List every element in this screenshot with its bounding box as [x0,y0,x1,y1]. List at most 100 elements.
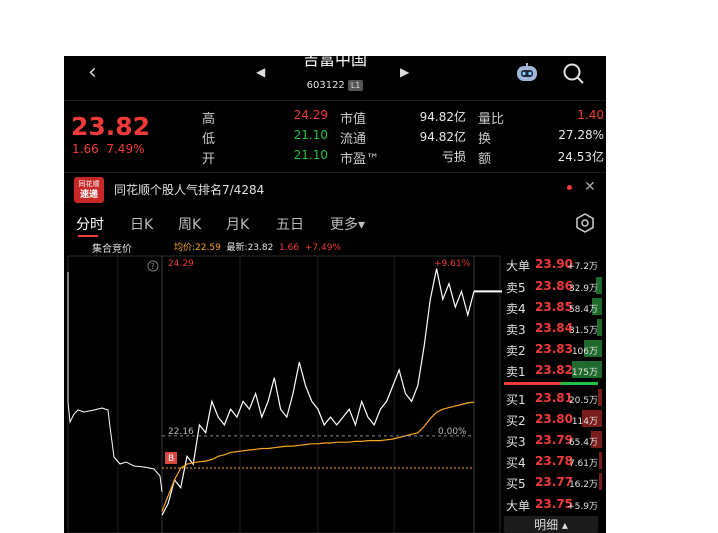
stat-label: 低 [202,132,216,147]
ob-label: 买2 [506,414,526,428]
stat-label-2: 流通 [340,132,367,147]
ob-volume: +5.9万 [567,502,598,512]
top-sell-row[interactable]: 大单 23.90 +7.2万 [504,254,602,274]
tab-0[interactable]: 分时 [76,214,104,234]
buy-row-5[interactable]: 买5 23.77 16.2万 [504,472,602,492]
ob-label: 买5 [506,477,526,491]
stat-label-3: 额 [478,152,492,167]
ob-price: 23.80 [535,412,573,426]
ob-label: 买1 [506,393,526,407]
intraday-chart[interactable]: 24.29 22.16 0.00% +9.61% ? B [64,252,504,533]
ob-volume: 175万 [571,368,598,378]
stock-code-text: 603122 [306,80,345,91]
change-value: 1.66 [72,142,99,156]
back-icon[interactable]: ‹ [88,62,97,84]
ob-label: 买3 [506,435,526,449]
news-logo: 同花顺 速递 [74,177,104,203]
ob-volume: +7.2万 [567,262,598,272]
logo-line-2: 速递 [79,190,98,200]
close-icon[interactable]: ✕ [584,179,596,195]
sell-row-5[interactable]: 卖5 23.86 32.9万 [504,276,602,296]
buy-row-1[interactable]: 买1 23.81 20.5万 [504,388,602,408]
sell-row-3[interactable]: 卖3 23.84 31.5万 [504,318,602,338]
buy-row-2[interactable]: 买2 23.80 114万 [504,409,602,429]
ob-volume: 16.2万 [568,480,598,490]
stat-label: 开 [202,152,216,167]
sell-row-1[interactable]: 卖1 23.82 175万 [504,360,602,380]
ob-label: 买4 [506,456,526,470]
robot-icon[interactable] [514,62,540,88]
ob-volume: 7.61万 [568,459,598,469]
ob-label: 卖5 [506,281,526,295]
stat-value-3: 27.28% [558,128,604,142]
buy-marker[interactable]: B [165,452,177,464]
prev-stock-icon[interactable]: ◀ [256,65,265,79]
buy-row-3[interactable]: 买3 23.79 65.4万 [504,430,602,450]
app-window: 吉富中国 603122 L1 ‹ ◀ ▶ 23.82 1.66 7.49% 高 24… [64,56,606,533]
tab-3[interactable]: 月K [226,214,249,234]
top-buy-row[interactable]: 大单 23.75 +5.9万 [504,494,602,514]
ob-price: 23.84 [535,321,573,335]
chart-border [67,255,501,533]
ob-label: 卖1 [506,365,526,379]
order-book-separator [504,382,598,385]
change-pct: 7.49% [106,142,145,156]
stat-value-3: 24.53亿 [557,150,604,164]
current-price: 23.82 [71,112,151,141]
logo-line-1: 同花顺 [78,180,100,188]
buy-row-4[interactable]: 买4 23.78 7.61万 [504,451,602,471]
help-icon[interactable]: ? [147,260,159,272]
ob-volume-bar [599,473,602,490]
search-icon[interactable] [562,62,586,90]
divider [64,100,606,101]
ob-label: 卖4 [506,302,526,316]
ob-volume: 31.5万 [568,326,598,336]
tab-1[interactable]: 日K [130,214,153,234]
stat-value: 21.10 [293,148,328,162]
divider [64,172,606,173]
ob-price: 23.83 [535,342,573,356]
tab-2[interactable]: 周K [178,214,201,234]
stat-value-2: 亏损 [441,150,466,164]
ob-volume: 65.4万 [568,438,598,448]
stat-label-2: 市盈™ [340,152,380,167]
tab-4[interactable]: 五日 [276,214,304,234]
stat-label: 高 [202,112,216,127]
stat-value-3: 1.40 [577,108,604,122]
ob-volume-bar [598,389,602,406]
pre-close-label: 22.16 [168,427,194,437]
unread-dot [567,185,572,190]
tab-5[interactable]: 更多▾ [330,214,365,234]
zero-pct-label: 0.00% [438,427,467,437]
ob-label: 卖2 [506,344,526,358]
ob-volume: 20.5万 [568,396,598,406]
popularity-rank-text[interactable]: 同花顺个股人气排名7/4284 [114,181,264,198]
max-pct-label: +9.61% [434,259,471,269]
price-change: 1.66 7.49% [72,142,144,156]
ob-price: 23.78 [535,454,573,468]
ob-price: 23.85 [535,300,573,314]
buy-marker-text: B [168,454,174,464]
active-tab-indicator [78,235,98,237]
sell-row-4[interactable]: 卖4 23.85 58.4万 [504,297,602,317]
stat-label-3: 量比 [478,112,505,127]
next-stock-icon[interactable]: ▶ [400,65,409,79]
sell-row-2[interactable]: 卖2 23.83 106万 [504,339,602,359]
stat-value-2: 94.82亿 [419,110,466,124]
ob-volume: 32.9万 [568,284,598,294]
ob-price: 23.81 [535,391,573,405]
stat-label-2: 市值 [340,112,367,127]
level-badge: L1 [347,80,364,91]
stat-label-3: 换 [478,132,492,147]
help-icon-text: ? [151,262,155,271]
ob-price: 23.77 [535,475,573,489]
ob-price: 23.86 [535,279,573,293]
ob-volume-bar [599,452,602,469]
ob-price: 23.82 [535,363,573,377]
settings-icon[interactable] [575,213,595,237]
ob-label: 大单 [506,259,531,273]
detail-button[interactable]: 明细 ▴ [504,516,598,533]
ob-label: 卖3 [506,323,526,337]
auction-price-line [67,401,163,493]
chart-high-label: 24.29 [168,259,194,269]
